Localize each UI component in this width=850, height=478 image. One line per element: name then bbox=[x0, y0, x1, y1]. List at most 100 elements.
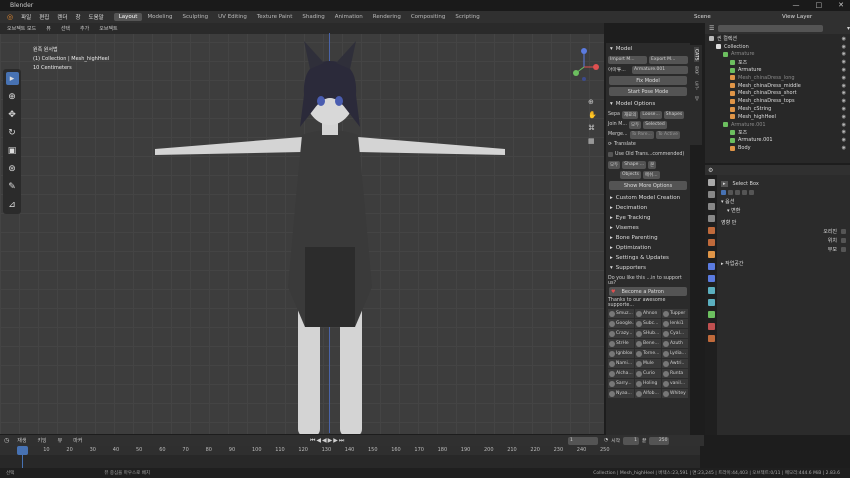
constraints-tab-icon[interactable] bbox=[707, 299, 715, 306]
section-decimation[interactable]: ▸ Decimation bbox=[608, 203, 688, 213]
translate-meshes-button[interactable]: 메쉬... bbox=[643, 170, 660, 179]
end-frame-field[interactable]: 250 bbox=[649, 436, 670, 445]
close-button[interactable]: ✕ bbox=[838, 1, 844, 9]
outliner-row[interactable]: Armature.001 ◉ bbox=[705, 121, 850, 129]
frame-ruler[interactable]: 1102030405060708090100110120130140150160… bbox=[0, 446, 700, 455]
visibility-eye-icon[interactable]: ◉ bbox=[842, 137, 846, 143]
rotate-tool-icon[interactable]: ↻ bbox=[6, 126, 19, 139]
supporter-item[interactable]: Curio bbox=[635, 369, 661, 378]
outliner-row[interactable]: Mesh_chinaDress_tops ◉ bbox=[705, 97, 850, 105]
mode-intersect-icon[interactable] bbox=[749, 190, 754, 195]
menu-file[interactable]: 파일 bbox=[17, 13, 35, 21]
menu-select[interactable]: 선택 bbox=[58, 25, 73, 32]
scale-tool-icon[interactable]: ▣ bbox=[6, 144, 19, 157]
tab-animation[interactable]: Animation bbox=[330, 13, 368, 21]
x-axis-handle[interactable] bbox=[593, 64, 599, 70]
mode-invert-icon[interactable] bbox=[742, 190, 747, 195]
supporter-item[interactable]: Mule bbox=[635, 359, 661, 368]
start-frame-field[interactable]: 1 bbox=[623, 436, 640, 445]
outliner-row[interactable]: Mesh_cString ◉ bbox=[705, 105, 850, 113]
object-tab-icon[interactable] bbox=[707, 251, 715, 258]
start-pose-mode-button[interactable]: Start Pose Mode bbox=[609, 87, 687, 96]
supporter-item[interactable]: Azuth bbox=[662, 339, 688, 348]
3d-viewport[interactable]: 오브젝트 모드 뷰 선택 추가 오브젝트 원족 원서법 (1) Collecti… bbox=[0, 23, 604, 434]
tab-sculpting[interactable]: Sculpting bbox=[177, 13, 213, 21]
tab-texture-paint[interactable]: Texture Paint bbox=[252, 13, 298, 21]
visibility-eye-icon[interactable]: ◉ bbox=[842, 129, 846, 135]
outliner-row[interactable]: Armature ◉ bbox=[705, 51, 850, 59]
supporter-item[interactable]: Ahnon bbox=[635, 309, 661, 318]
translate-all-button[interactable]: 모두 bbox=[608, 160, 621, 169]
annotate-tool-icon[interactable]: ✎ bbox=[6, 180, 19, 193]
supporter-item[interactable]: Alfob... bbox=[635, 389, 661, 398]
supporter-item[interactable]: Tupper bbox=[662, 309, 688, 318]
section-optimization[interactable]: ▸ Optimization bbox=[608, 243, 688, 253]
menu-edit[interactable]: 편집 bbox=[35, 13, 53, 21]
tab-shading[interactable]: Shading bbox=[297, 13, 329, 21]
visibility-eye-icon[interactable]: ◉ bbox=[842, 67, 846, 73]
menu-marker[interactable]: 마커 bbox=[70, 437, 85, 444]
outliner-row[interactable]: Armature ◉ bbox=[705, 66, 850, 74]
output-tab-icon[interactable] bbox=[707, 203, 715, 210]
import-model-button[interactable]: Import M... bbox=[608, 55, 647, 64]
old-translate-row[interactable]: Use Old Trans...commended) bbox=[608, 150, 688, 159]
outliner-row[interactable]: Collection ◉ bbox=[705, 43, 850, 51]
select-tool-icon[interactable]: ▸ bbox=[5, 72, 19, 85]
navigation-gizmo[interactable] bbox=[572, 45, 602, 100]
visibility-eye-icon[interactable]: ◉ bbox=[842, 114, 846, 120]
menu-view-timeline[interactable]: 뷰 bbox=[55, 437, 66, 444]
tab-compositing[interactable]: Compositing bbox=[406, 13, 450, 21]
mode-set-icon[interactable] bbox=[721, 190, 726, 195]
view-layer-tab-icon[interactable] bbox=[707, 215, 715, 222]
model-options-header[interactable]: ▾ Model Options bbox=[608, 99, 688, 109]
menu-render[interactable]: 렌더 bbox=[53, 13, 71, 21]
tab-modeling[interactable]: Modeling bbox=[142, 13, 177, 21]
timeline-editor-icon[interactable]: ◷ bbox=[4, 437, 9, 444]
supporter-item[interactable]: vanil... bbox=[662, 379, 688, 388]
fix-model-button[interactable]: Fix Model bbox=[609, 76, 687, 85]
blender-logo-icon[interactable]: ◎ bbox=[3, 13, 17, 21]
particles-tab-icon[interactable] bbox=[707, 275, 715, 282]
origins-checkbox[interactable] bbox=[841, 229, 846, 234]
supporter-item[interactable]: Holing bbox=[635, 379, 661, 388]
playhead-handle[interactable] bbox=[17, 446, 28, 455]
visibility-eye-icon[interactable]: ◉ bbox=[842, 51, 846, 57]
y-axis-handle[interactable] bbox=[573, 70, 579, 76]
supporter-item[interactable]: StrHe bbox=[608, 339, 634, 348]
supporter-item[interactable]: Runta bbox=[662, 369, 688, 378]
separate-material-button[interactable]: 재료의 bbox=[621, 110, 639, 119]
supporter-item[interactable]: Smuz... bbox=[608, 309, 634, 318]
maximize-button[interactable]: □ bbox=[816, 1, 823, 9]
supporter-item[interactable]: Alcha... bbox=[608, 369, 634, 378]
menu-add[interactable]: 추가 bbox=[77, 25, 92, 32]
outliner-row[interactable]: 포즈 ◉ bbox=[705, 58, 850, 66]
outliner-row[interactable]: Armature.001 ◉ bbox=[705, 136, 850, 144]
section-visemes[interactable]: ▸ Visemes bbox=[608, 223, 688, 233]
supporter-item[interactable]: Ienki1 bbox=[662, 319, 688, 328]
section-custom-model[interactable]: ▸ Custom Model Creation bbox=[608, 193, 688, 203]
texture-tab-icon[interactable] bbox=[707, 335, 715, 342]
render-tab-icon[interactable] bbox=[707, 191, 715, 198]
outliner-row[interactable]: Body ◉ bbox=[705, 144, 850, 152]
visibility-eye-icon[interactable]: ◉ bbox=[842, 98, 846, 104]
menu-playback[interactable]: 재생 bbox=[14, 437, 29, 444]
tab-uv-editing[interactable]: UV Editing bbox=[213, 13, 252, 21]
transform-tool-icon[interactable]: ⊛ bbox=[6, 162, 19, 175]
minimize-button[interactable]: — bbox=[793, 1, 800, 9]
locations-checkbox[interactable] bbox=[841, 238, 846, 243]
armature-selector[interactable]: Armature.001 bbox=[632, 65, 688, 74]
transform-panel[interactable]: ▾ 변환 bbox=[721, 206, 846, 215]
measure-tool-icon[interactable]: ⊿ bbox=[6, 198, 19, 211]
supporter-item[interactable]: Nyaa... bbox=[608, 389, 634, 398]
supporter-item[interactable]: Lydia... bbox=[662, 349, 688, 358]
supporter-item[interactable]: Cyal... bbox=[662, 329, 688, 338]
tab-layout[interactable]: Layout bbox=[113, 13, 143, 21]
parents-checkbox[interactable] bbox=[841, 247, 846, 252]
move-tool-icon[interactable]: ✥ bbox=[6, 108, 19, 121]
old-translate-checkbox[interactable] bbox=[608, 152, 613, 157]
separate-shapes-button[interactable]: Shapes bbox=[663, 110, 685, 119]
visibility-eye-icon[interactable]: ◉ bbox=[842, 122, 846, 128]
visibility-eye-icon[interactable]: ◉ bbox=[842, 90, 846, 96]
section-eye-tracking[interactable]: ▸ Eye Tracking bbox=[608, 213, 688, 223]
join-selected-button[interactable]: Selected bbox=[643, 120, 667, 129]
